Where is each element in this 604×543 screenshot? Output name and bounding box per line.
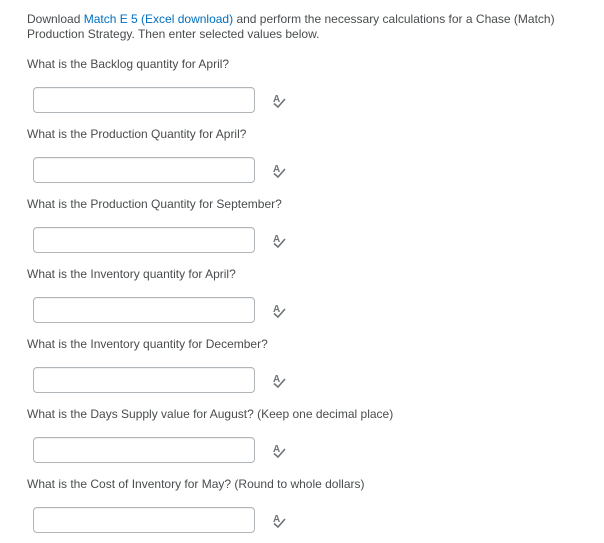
spell-check-icon[interactable]: A [270, 161, 288, 179]
question-6-answer-input[interactable] [33, 437, 255, 463]
spell-check-icon[interactable]: A [270, 91, 288, 109]
question-3-answer-input[interactable] [33, 227, 255, 253]
question-4-label: What is the Inventory quantity for April… [27, 267, 236, 281]
svg-text:A: A [273, 94, 280, 105]
spell-check-icon[interactable]: A [270, 371, 288, 389]
question-7-label: What is the Cost of Inventory for May? (… [27, 477, 365, 491]
spell-check-icon[interactable]: A [270, 511, 288, 529]
svg-text:A: A [273, 234, 280, 245]
spell-check-icon[interactable]: A [270, 301, 288, 319]
question-2-answer-input[interactable] [33, 157, 255, 183]
svg-text:A: A [273, 444, 280, 455]
svg-text:A: A [273, 514, 280, 525]
instructions-text: Download Match E 5 (Excel download) and … [27, 12, 587, 42]
question-5-answer-input[interactable] [33, 367, 255, 393]
question-3-label: What is the Production Quantity for Sept… [27, 197, 282, 211]
intro-prefix: Download [27, 12, 84, 26]
question-1-label: What is the Backlog quantity for April? [27, 57, 230, 71]
question-5-label: What is the Inventory quantity for Decem… [27, 337, 268, 351]
spell-check-icon[interactable]: A [270, 231, 288, 249]
svg-text:A: A [273, 304, 280, 315]
svg-text:A: A [273, 164, 280, 175]
svg-text:A: A [273, 374, 280, 385]
question-6-label: What is the Days Supply value for August… [27, 407, 394, 421]
question-1-answer-input[interactable] [33, 87, 255, 113]
question-4-answer-input[interactable] [33, 297, 255, 323]
spell-check-icon[interactable]: A [270, 441, 288, 459]
question-2-label: What is the Production Quantity for Apri… [27, 127, 247, 141]
question-7-answer-input[interactable] [33, 507, 255, 533]
excel-download-link[interactable]: Match E 5 (Excel download) [84, 12, 233, 26]
